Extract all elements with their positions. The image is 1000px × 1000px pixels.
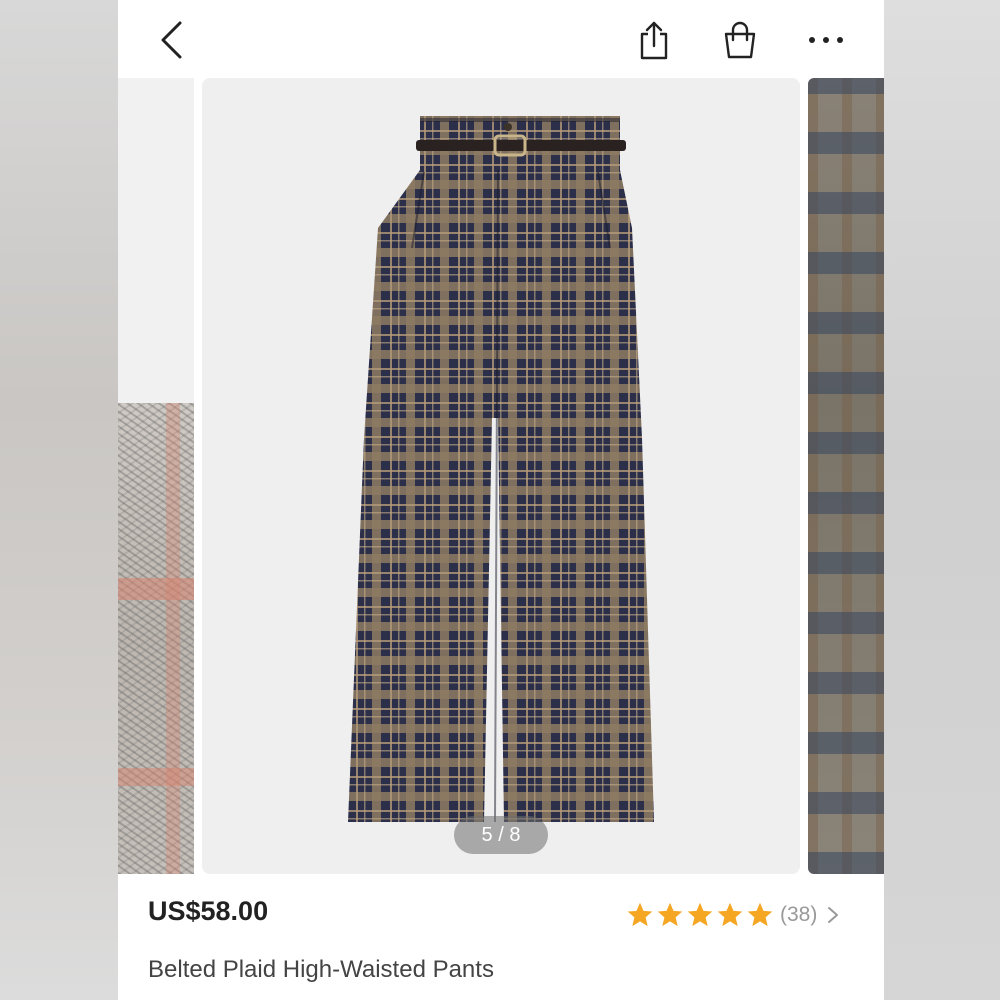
product-page: 5 / 8 US$58.00 (38) Belted Plaid High-Wa… (118, 0, 884, 1000)
product-title: Belted Plaid High-Waisted Pants (148, 956, 494, 983)
fabric-stripe (118, 578, 194, 600)
product-image-carousel[interactable]: 5 / 8 (118, 78, 884, 874)
fabric-stripe (118, 768, 194, 786)
star-icon (717, 902, 743, 927)
background-blur-right (884, 0, 1000, 1000)
previous-image-peek[interactable] (118, 78, 194, 874)
star-icon (747, 902, 773, 927)
image-counter: 5 / 8 (454, 816, 548, 854)
more-icon (809, 37, 843, 43)
shopping-bag-button[interactable] (718, 18, 762, 62)
more-options-button[interactable] (804, 18, 848, 62)
star-icon (687, 902, 713, 927)
chevron-right-icon (828, 907, 839, 923)
share-button[interactable] (632, 18, 676, 62)
back-icon (161, 21, 182, 59)
top-navigation-bar (118, 0, 884, 78)
product-price: US$58.00 (148, 896, 269, 926)
product-info: US$58.00 (38) Belted Plaid High-Waisted … (118, 874, 884, 1000)
star-icon (627, 902, 653, 927)
previous-image-fabric (118, 403, 194, 874)
rating-summary[interactable]: (38) (626, 898, 841, 932)
star-icon (657, 902, 683, 927)
shopping-bag-icon (724, 21, 756, 59)
star-rating (626, 901, 776, 929)
plaid-pants-image (348, 116, 654, 823)
share-icon (640, 21, 668, 60)
next-image-peek[interactable] (808, 78, 884, 874)
main-product-image[interactable]: 5 / 8 (202, 78, 800, 874)
back-button[interactable] (150, 18, 194, 62)
review-count: (38) (780, 903, 818, 926)
background-blur-left (0, 0, 118, 1000)
fabric-stripe (166, 403, 180, 874)
